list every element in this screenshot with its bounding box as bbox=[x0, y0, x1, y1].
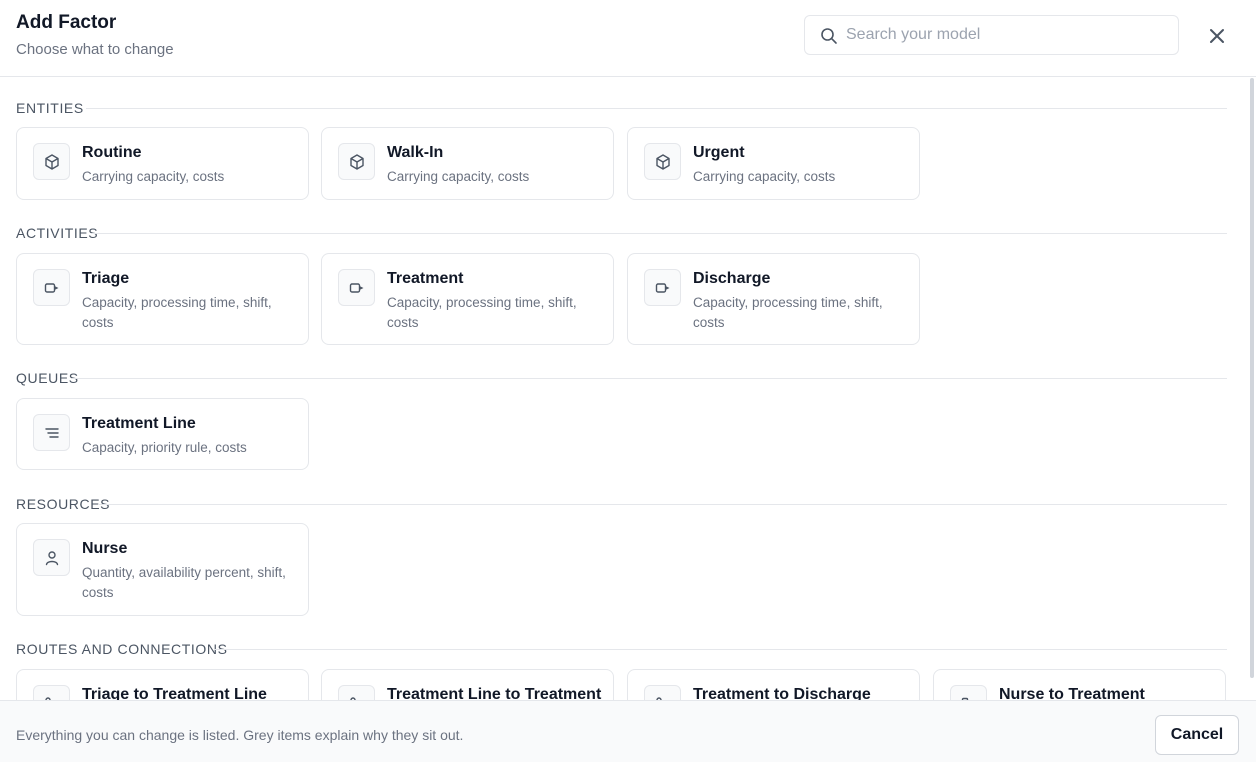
footer-note: Everything you can change is listed. Gre… bbox=[16, 727, 464, 743]
factor-description: Quantity, availability percent, shift, c… bbox=[82, 565, 286, 600]
scrollbar[interactable] bbox=[1250, 78, 1254, 678]
factor-card-discharge[interactable]: Discharge Capacity, processing time, shif… bbox=[627, 253, 920, 345]
section-label: ACTIVITIES bbox=[16, 225, 99, 241]
search-input[interactable] bbox=[846, 16, 1166, 54]
section-header-queues: QUEUES bbox=[16, 368, 1227, 388]
factor-card-walk-in[interactable]: Walk-In Carrying capacity, costs bbox=[321, 127, 614, 200]
factor-list[interactable]: ENTITIES Routine Carrying capacity, costs W… bbox=[0, 78, 1256, 700]
factor-title: Walk-In bbox=[387, 144, 444, 161]
section-header-entities: ENTITIES bbox=[16, 98, 1227, 118]
factor-title: Discharge bbox=[693, 270, 771, 287]
factor-card-nurse[interactable]: Nurse Quantity, availability percent, shi… bbox=[16, 523, 309, 616]
factor-title: Urgent bbox=[693, 144, 745, 161]
factor-card-urgent[interactable]: Urgent Carrying capacity, costs bbox=[627, 127, 920, 200]
factor-icon-box bbox=[33, 539, 70, 576]
factor-description: Capacity, processing time, shift, costs bbox=[693, 295, 883, 330]
cube-icon bbox=[655, 153, 670, 170]
factor-description: Carrying capacity, costs bbox=[387, 169, 530, 184]
factor-icon-box bbox=[338, 685, 375, 700]
factor-title: Treatment bbox=[387, 270, 464, 287]
factor-card-treatment[interactable]: Treatment Capacity, processing time, shif… bbox=[321, 253, 614, 345]
factor-title: Triage bbox=[82, 270, 130, 287]
factor-icon-box bbox=[33, 414, 70, 451]
close-icon[interactable] bbox=[1203, 22, 1231, 50]
factor-card-treatment-line[interactable]: Treatment Line Capacity, priority rule, c… bbox=[16, 398, 309, 470]
factor-icon-box bbox=[644, 685, 681, 700]
activity-icon bbox=[655, 282, 669, 293]
activity-icon bbox=[349, 282, 363, 293]
factor-icon-box bbox=[33, 269, 70, 306]
section-header-activities: ACTIVITIES bbox=[16, 223, 1227, 243]
factor-icon-box bbox=[644, 143, 681, 180]
cube-icon bbox=[44, 153, 59, 170]
cube-icon bbox=[349, 153, 364, 170]
section-divider bbox=[91, 233, 1227, 234]
dialog-title: Add Factor bbox=[16, 12, 117, 33]
factor-icon-box bbox=[33, 143, 70, 180]
factor-icon-box bbox=[950, 685, 987, 700]
activity-icon bbox=[44, 282, 58, 293]
factor-title: Treatment Line bbox=[82, 415, 196, 432]
factor-title: Treatment Line to Treatment bbox=[387, 686, 602, 700]
factor-card-treatment-line-to-treatment[interactable]: Treatment Line to Treatment bbox=[321, 669, 614, 700]
section-label: QUEUES bbox=[16, 370, 79, 386]
section-header-resources: RESOURCES bbox=[16, 494, 1227, 514]
search-box[interactable] bbox=[804, 15, 1179, 55]
factor-description: Carrying capacity, costs bbox=[82, 169, 225, 184]
dialog-footer: Everything you can change is listed. Gre… bbox=[0, 700, 1256, 762]
factor-description: Capacity, processing time, shift, costs bbox=[387, 295, 577, 330]
section-divider bbox=[214, 649, 1227, 650]
factor-title: Nurse to Treatment bbox=[999, 686, 1145, 700]
factor-description: Carrying capacity, costs bbox=[693, 169, 836, 184]
factor-card-routine[interactable]: Routine Carrying capacity, costs bbox=[16, 127, 309, 200]
factor-title: Nurse bbox=[82, 540, 128, 557]
factor-description: Capacity, priority rule, costs bbox=[82, 440, 247, 455]
factor-card-treatment-to-discharge[interactable]: Treatment to Discharge bbox=[627, 669, 920, 700]
dialog-header: Add Factor Choose what to change bbox=[0, 0, 1256, 77]
section-label: ROUTES AND CONNECTIONS bbox=[16, 641, 228, 657]
factor-description: Capacity, processing time, shift, costs bbox=[82, 295, 272, 330]
section-header-routes-and-connections: ROUTES AND CONNECTIONS bbox=[16, 639, 1227, 659]
factor-icon-box bbox=[33, 685, 70, 700]
factor-card-nurse-to-treatment[interactable]: Nurse to Treatment bbox=[933, 669, 1226, 700]
section-divider bbox=[98, 504, 1227, 505]
factor-icon-box bbox=[644, 269, 681, 306]
person-icon bbox=[45, 550, 58, 565]
section-label: ENTITIES bbox=[16, 100, 84, 116]
cancel-button[interactable]: Cancel bbox=[1155, 715, 1239, 755]
section-label: RESOURCES bbox=[16, 496, 111, 512]
section-divider bbox=[86, 108, 1227, 109]
factor-icon-box bbox=[338, 269, 375, 306]
factor-card-triage-to-treatment-line[interactable]: Triage to Treatment Line bbox=[16, 669, 309, 700]
factor-icon-box bbox=[338, 143, 375, 180]
section-divider bbox=[72, 378, 1227, 379]
factor-title: Treatment to Discharge bbox=[693, 686, 871, 700]
factor-card-triage[interactable]: Triage Capacity, processing time, shift, … bbox=[16, 253, 309, 345]
factor-title: Routine bbox=[82, 144, 142, 161]
dialog-subtitle: Choose what to change bbox=[16, 41, 174, 58]
queue-lines-icon bbox=[44, 427, 59, 438]
factor-title: Triage to Treatment Line bbox=[82, 686, 267, 700]
search-icon bbox=[821, 28, 837, 44]
